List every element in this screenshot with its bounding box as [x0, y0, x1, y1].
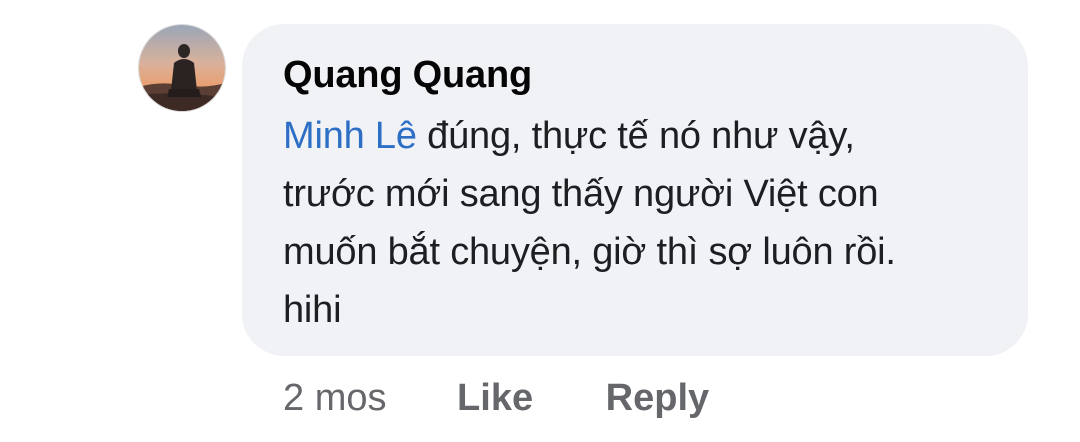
comment-line-1: Minh Lê đúng, thực tế nó như vậy, — [283, 107, 1013, 165]
comment-author-name[interactable]: Quang Quang — [283, 54, 532, 97]
comment-timestamp[interactable]: 2 mos — [283, 377, 386, 420]
comment-line-3: muốn bắt chuyện, giờ thì sợ luôn rồi. — [283, 231, 896, 273]
comment-container: Quang Quang Minh Lê đúng, thực tế nó như… — [0, 0, 1080, 442]
like-button[interactable]: Like — [457, 377, 533, 420]
reply-button[interactable]: Reply — [606, 377, 709, 420]
avatar[interactable] — [139, 25, 225, 111]
profile-photo-icon — [139, 25, 225, 111]
comment-actions: 2 mos Like Reply — [283, 377, 709, 420]
comment-line-2: trước mới sang thấy người Việt con — [283, 173, 879, 215]
comment-text-segment: đúng, thực tế nó như vậy, — [416, 115, 855, 157]
comment-line-4: hihi — [283, 289, 342, 331]
mention-link[interactable]: Minh Lê — [283, 115, 417, 157]
comment-text: Minh Lê đúng, thực tế nó như vậy, trước … — [283, 107, 1013, 339]
